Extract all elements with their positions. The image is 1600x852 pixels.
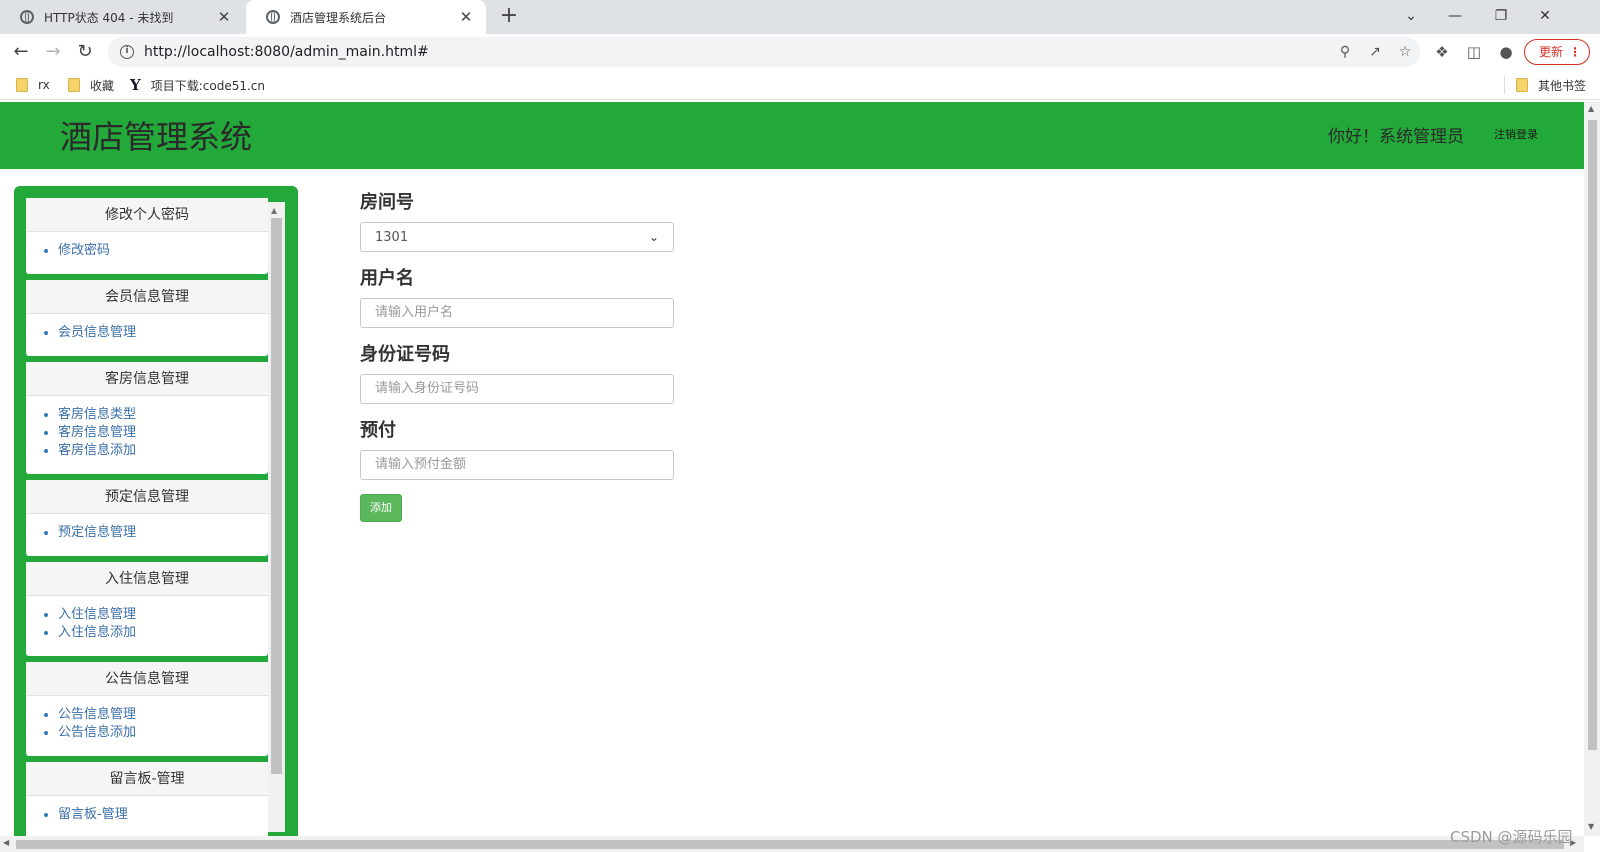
sidebar: 修改个人密码 修改密码 会员信息管理 会员信息管理 客房信息管理 客房信息类型 … xyxy=(14,186,298,836)
room-select[interactable]: 1301 ⌄ xyxy=(360,222,674,252)
folder-icon xyxy=(1516,78,1528,92)
browser-tab-admin[interactable]: 酒店管理系统后台 ✕ xyxy=(246,0,486,34)
bookmark-label: 其他书签 xyxy=(1538,78,1587,93)
side-panel-icon[interactable]: ◫ xyxy=(1462,41,1486,63)
menu-link[interactable]: 客房信息添加 xyxy=(58,442,268,460)
scrollbar-thumb[interactable] xyxy=(271,218,282,774)
y-logo-icon: Y xyxy=(130,76,141,94)
folder-icon xyxy=(68,78,80,92)
page-horizontal-scrollbar[interactable]: ◀ ▶ xyxy=(0,836,1584,852)
profile-avatar-icon[interactable]: ● xyxy=(1494,41,1518,63)
tab-title: 酒店管理系统后台 xyxy=(290,10,387,25)
bookmarks-bar: rx 收藏 Y 项目下载:code51.cn 其他书签 xyxy=(0,70,1600,100)
logout-link[interactable]: 注销登录 xyxy=(1494,126,1538,142)
bookmark-rx[interactable]: rx xyxy=(16,76,50,94)
bookmark-divider xyxy=(1504,76,1505,94)
share-icon[interactable]: ↗ xyxy=(1360,44,1390,60)
menu-link[interactable]: 会员信息管理 xyxy=(58,324,268,342)
scroll-left-arrow-icon[interactable]: ◀ xyxy=(3,838,9,847)
extensions-puzzle-icon[interactable]: ❖ xyxy=(1430,41,1454,63)
bookmark-label: rx xyxy=(38,78,50,92)
panel-title[interactable]: 入住信息管理 xyxy=(26,562,268,596)
panel-announcements: 公告信息管理 公告信息管理 公告信息添加 xyxy=(26,662,268,756)
scrollbar-thumb[interactable] xyxy=(16,840,1564,849)
bookmark-code51[interactable]: Y 项目下载:code51.cn xyxy=(130,76,265,94)
prepay-input[interactable]: 请输入预付金额 xyxy=(360,450,674,480)
info-icon[interactable]: i xyxy=(120,45,134,59)
menu-link[interactable]: 入住信息管理 xyxy=(58,606,268,624)
browser-tab-bar: HTTP状态 404 - 未找到 ✕ 酒店管理系统后台 ✕ + ⌄ — ❐ ✕ xyxy=(0,0,1600,34)
menu-link[interactable]: 修改密码 xyxy=(58,242,268,260)
update-button[interactable]: 更新 ⋮ xyxy=(1524,39,1590,65)
update-label: 更新 xyxy=(1539,45,1564,59)
new-tab-button[interactable]: + xyxy=(496,4,522,30)
room-label: 房间号 xyxy=(360,192,414,213)
url-text[interactable]: http://localhost:8080/admin_main.html# xyxy=(144,44,1330,60)
tab-title: HTTP状态 404 - 未找到 xyxy=(44,10,174,25)
watermark-text: CSDN @源码乐园 xyxy=(1450,828,1573,846)
zoom-icon[interactable]: ⚲ xyxy=(1330,44,1360,60)
panel-title[interactable]: 预定信息管理 xyxy=(26,480,268,514)
scrollbar-thumb[interactable] xyxy=(1588,120,1597,750)
panel-members: 会员信息管理 会员信息管理 xyxy=(26,280,268,356)
page-viewport: 酒店管理系统 你好！系统管理员 注销登录 修改个人密码 修改密码 会员信息管理 … xyxy=(0,102,1584,836)
folder-icon xyxy=(16,78,28,92)
username-input[interactable]: 请输入用户名 xyxy=(360,298,674,328)
menu-link[interactable]: 预定信息管理 xyxy=(58,524,268,542)
bookmark-label: 收藏 xyxy=(90,78,115,93)
menu-link[interactable]: 客房信息类型 xyxy=(58,406,268,424)
tab-close-icon[interactable]: ✕ xyxy=(454,8,478,26)
browser-toolbar: ← → ↻ i http://localhost:8080/admin_main… xyxy=(0,34,1600,70)
idcard-input[interactable]: 请输入身份证号码 xyxy=(360,374,674,404)
site-title: 酒店管理系统 xyxy=(60,118,253,156)
menu-link[interactable]: 入住信息添加 xyxy=(58,624,268,642)
bookmark-other[interactable]: 其他书签 xyxy=(1516,76,1586,94)
greeting-text: 你好！系统管理员 xyxy=(1328,127,1464,147)
idcard-label: 身份证号码 xyxy=(360,344,450,365)
sidebar-menu: 修改个人密码 修改密码 会员信息管理 会员信息管理 客房信息管理 客房信息类型 … xyxy=(26,198,268,836)
panel-checkin: 入住信息管理 入住信息管理 入住信息添加 xyxy=(26,562,268,656)
panel-password: 修改个人密码 修改密码 xyxy=(26,198,268,274)
back-arrow-icon[interactable]: ← xyxy=(8,39,34,65)
forward-arrow-icon[interactable]: → xyxy=(40,39,66,65)
globe-icon xyxy=(20,10,34,24)
add-button[interactable]: 添加 xyxy=(360,494,402,522)
panel-title[interactable]: 会员信息管理 xyxy=(26,280,268,314)
browser-tab-404[interactable]: HTTP状态 404 - 未找到 ✕ xyxy=(0,0,244,34)
window-close-button[interactable]: ✕ xyxy=(1530,4,1560,28)
site-header: 酒店管理系统 你好！系统管理员 注销登录 xyxy=(0,102,1584,169)
room-select-value: 1301 xyxy=(375,229,409,245)
panel-title[interactable]: 留言板-管理 xyxy=(26,762,268,796)
sidebar-scrollbar[interactable]: ▲ xyxy=(268,202,285,832)
address-bar[interactable]: i http://localhost:8080/admin_main.html#… xyxy=(108,37,1420,67)
scroll-down-arrow-icon[interactable]: ▼ xyxy=(1588,822,1594,831)
scroll-up-arrow-icon[interactable]: ▲ xyxy=(271,206,277,215)
prepay-label: 预付 xyxy=(360,420,396,441)
reload-icon[interactable]: ↻ xyxy=(72,39,98,65)
menu-link[interactable]: 留言板-管理 xyxy=(58,806,268,824)
panel-title[interactable]: 修改个人密码 xyxy=(26,198,268,232)
tab-close-icon[interactable]: ✕ xyxy=(212,8,236,26)
globe-icon xyxy=(266,10,280,24)
menu-link[interactable]: 公告信息添加 xyxy=(58,724,268,742)
restore-button[interactable]: ❐ xyxy=(1486,4,1516,28)
menu-link[interactable]: 公告信息管理 xyxy=(58,706,268,724)
add-checkin-form: 房间号 1301 ⌄ 用户名 请输入用户名 身份证号码 请输入身份证号码 预付 … xyxy=(360,190,680,522)
chevron-down-icon: ⌄ xyxy=(648,230,659,244)
panel-title[interactable]: 客房信息管理 xyxy=(26,362,268,396)
bookmark-star-icon[interactable]: ☆ xyxy=(1390,44,1420,60)
minimize-button[interactable]: — xyxy=(1440,4,1470,28)
bookmark-favorites[interactable]: 收藏 xyxy=(68,76,114,94)
scroll-up-arrow-icon[interactable]: ▲ xyxy=(1588,104,1594,113)
panel-guestbook: 留言板-管理 留言板-管理 xyxy=(26,762,268,836)
username-label: 用户名 xyxy=(360,268,414,289)
bookmark-label: 项目下载:code51.cn xyxy=(150,78,265,93)
menu-dots-icon: ⋮ xyxy=(1569,45,1581,59)
panel-title[interactable]: 公告信息管理 xyxy=(26,662,268,696)
panel-rooms: 客房信息管理 客房信息类型 客房信息管理 客房信息添加 xyxy=(26,362,268,474)
panel-reservations: 预定信息管理 预定信息管理 xyxy=(26,480,268,556)
tab-search-chevron-icon[interactable]: ⌄ xyxy=(1396,4,1426,28)
menu-link[interactable]: 客房信息管理 xyxy=(58,424,268,442)
page-vertical-scrollbar[interactable]: ▲ ▼ xyxy=(1584,102,1600,836)
